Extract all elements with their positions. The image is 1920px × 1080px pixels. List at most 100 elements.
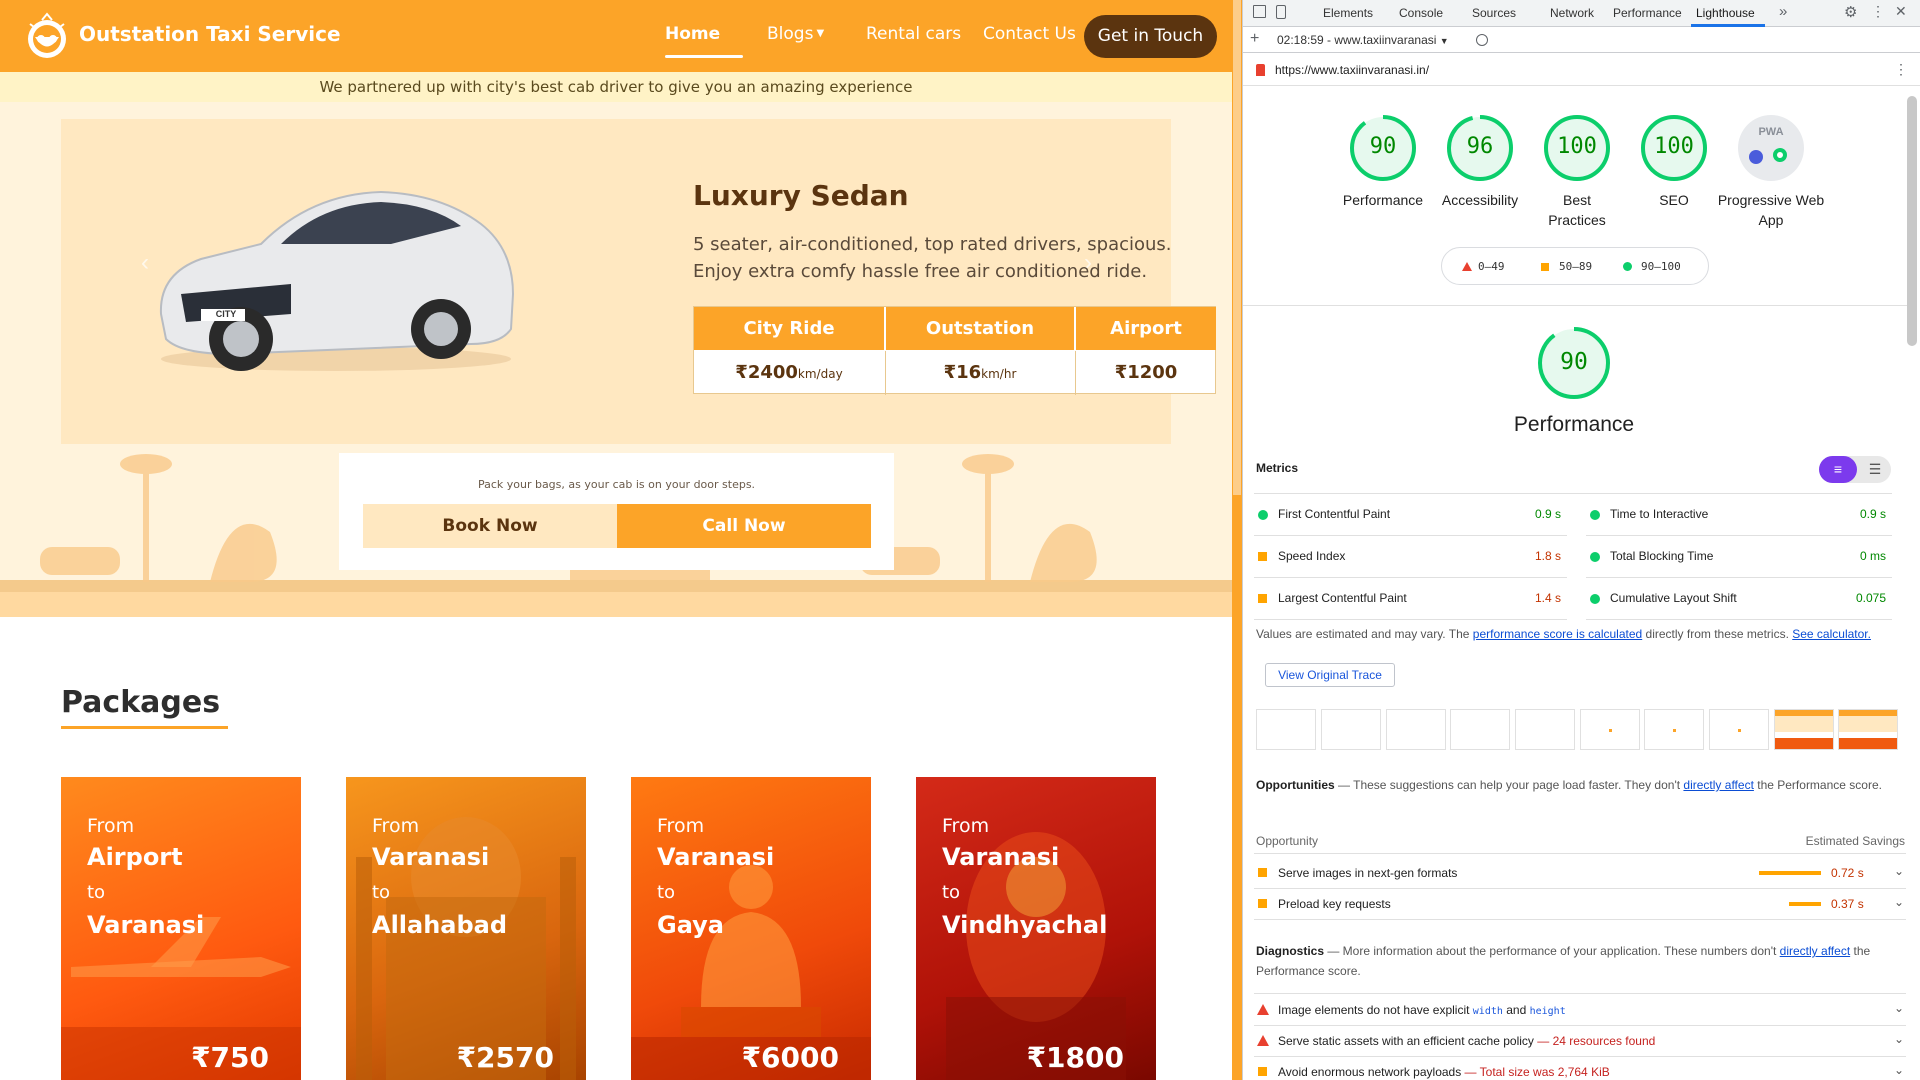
opportunity-row[interactable]: Preload key requests 0.37 s ⌄	[1254, 889, 1906, 920]
metrics-note-mid: directly from these metrics.	[1642, 627, 1793, 641]
navbar: Outstation Taxi Service Home Blogs ▼ Rent…	[0, 0, 1232, 72]
gauge-performance[interactable]: 90	[1348, 113, 1418, 183]
brand-name[interactable]: Outstation Taxi Service	[79, 22, 341, 46]
report-url[interactable]: https://www.taxiinvaranasi.in/	[1275, 63, 1429, 77]
package-from: From	[942, 815, 990, 837]
close-devtools-icon[interactable]: ✕	[1895, 3, 1907, 20]
diagnostic-name: Avoid enormous network payloads — Total …	[1278, 1065, 1610, 1079]
more-options-icon[interactable]: ⋮	[1871, 3, 1885, 20]
tab-lighthouse[interactable]: Lighthouse	[1696, 6, 1755, 20]
nav-blogs-label: Blogs	[767, 24, 814, 44]
metric-row: Speed Index 1.8 s	[1254, 536, 1567, 578]
device-toolbar-icon[interactable]	[1276, 5, 1286, 19]
score-calculated-link[interactable]: performance score is calculated	[1473, 627, 1642, 641]
nav-home[interactable]: Home	[665, 24, 720, 44]
nav-rental-cars[interactable]: Rental cars	[866, 24, 961, 44]
lighthouse-logo-icon	[1256, 64, 1265, 76]
package-to: to	[657, 882, 676, 903]
metric-row: First Contentful Paint 0.9 s	[1254, 494, 1567, 536]
sedan-car-image	[159, 190, 515, 371]
package-origin: Varanasi	[372, 843, 490, 871]
section-divider	[1243, 305, 1907, 306]
opportunities-tail: the Performance score.	[1753, 778, 1882, 792]
filmstrip-frame	[1256, 709, 1316, 750]
performance-gauge-large[interactable]: 90	[1537, 326, 1611, 400]
nav-blogs[interactable]: Blogs ▼	[767, 24, 824, 44]
tab-sources[interactable]: Sources	[1472, 6, 1516, 20]
diag-text: Serve static assets with an efficient ca…	[1278, 1034, 1534, 1048]
taxi-logo-icon[interactable]	[22, 12, 72, 62]
legend-fail: 0–49	[1478, 260, 1505, 273]
nav-contact[interactable]: Contact Us	[983, 24, 1076, 44]
diagnostic-row[interactable]: Avoid enormous network payloads — Total …	[1254, 1057, 1906, 1080]
gauge-pwa[interactable]: PWA	[1736, 113, 1806, 183]
diagnostics-divider	[1254, 993, 1906, 994]
fail-triangle-icon	[1462, 262, 1472, 271]
gauge-seo[interactable]: 100	[1639, 113, 1709, 183]
directly-affect-link[interactable]: directly affect	[1683, 778, 1753, 792]
filmstrip-frame	[1709, 709, 1769, 750]
get-in-touch-button[interactable]: Get in Touch	[1084, 15, 1217, 58]
package-origin: Varanasi	[657, 843, 775, 871]
lighthouse-toolbar: + 02:18:59 - www.taxiinvaranasi ▼	[1243, 27, 1920, 53]
opportunity-row[interactable]: Serve images in next-gen formats 0.72 s ⌄	[1254, 858, 1906, 889]
filmstrip-frame	[1386, 709, 1446, 750]
settings-gear-icon[interactable]: ⚙	[1844, 3, 1857, 21]
diag-text: Image elements do not have explicit	[1278, 1003, 1473, 1017]
report-url-bar: https://www.taxiinvaranasi.in/ ⋮	[1243, 53, 1920, 86]
package-card[interactable]: From Varanasi to Gaya ₹6000	[631, 777, 871, 1080]
opportunity-name: Preload key requests	[1278, 897, 1391, 911]
gauge-best-practices[interactable]: 100	[1542, 113, 1612, 183]
package-card[interactable]: From Varanasi to Vindhyachal ₹1800	[916, 777, 1156, 1080]
opportunity-savings: 0.37 s	[1831, 897, 1864, 911]
toggle-compact-icon[interactable]: ≡	[1819, 456, 1857, 483]
opportunities-intro: Opportunities — These suggestions can he…	[1256, 775, 1896, 795]
chevron-down-icon[interactable]: ⌄	[1894, 864, 1904, 878]
chevron-down-icon[interactable]: ⌄	[1894, 1063, 1904, 1077]
metrics-note-text: Values are estimated and may vary. The	[1256, 627, 1473, 641]
car-card: CITY ‹ › Luxury Sedan 5 seater, air-cond…	[61, 119, 1216, 444]
car-description: 5 seater, air-conditioned, top rated dri…	[693, 234, 1172, 282]
more-tabs-icon[interactable]: »	[1779, 3, 1787, 20]
new-report-icon[interactable]: +	[1250, 30, 1259, 48]
carousel-prev-icon[interactable]: ‹	[141, 249, 149, 277]
frame-page-preview	[1775, 710, 1833, 749]
tab-performance[interactable]: Performance	[1613, 6, 1682, 20]
diagnostics-intro: Diagnostics — More information about the…	[1256, 941, 1896, 981]
chevron-down-icon[interactable]: ⌄	[1894, 1001, 1904, 1015]
call-now-button[interactable]: Call Now	[617, 504, 871, 548]
book-now-button[interactable]: Book Now	[363, 504, 617, 548]
report-select-value: 02:18:59 - www.taxiinvaranasi	[1277, 33, 1437, 47]
toggle-expanded-icon[interactable]: ☰	[1859, 456, 1891, 483]
booking-panel: Pack your bags, as your cab is on your d…	[339, 453, 894, 570]
fare-outstation-unit: km/hr	[981, 367, 1017, 381]
view-trace-button[interactable]: View Original Trace	[1265, 663, 1395, 687]
tab-console[interactable]: Console	[1399, 6, 1443, 20]
see-calculator-link[interactable]: See calculator.	[1792, 627, 1871, 641]
report-menu-icon[interactable]: ⋮	[1894, 61, 1908, 78]
frame-dot	[1673, 729, 1676, 732]
report-select[interactable]: 02:18:59 - www.taxiinvaranasi ▼	[1277, 33, 1449, 47]
page-scrollbar-thumb[interactable]	[1233, 0, 1241, 495]
package-card[interactable]: From Airport to Varanasi ₹750	[61, 777, 301, 1080]
gauge-accessibility-value: 96	[1466, 134, 1494, 159]
clear-report-icon[interactable]	[1476, 34, 1488, 46]
diagnostic-row[interactable]: Serve static assets with an efficient ca…	[1254, 1026, 1906, 1057]
chevron-down-icon[interactable]: ⌄	[1894, 1032, 1904, 1046]
package-card[interactable]: From Varanasi to Allahabad ₹2570	[346, 777, 586, 1080]
report-scrollbar[interactable]	[1907, 96, 1917, 346]
score-legend: 0–49 50–89 90–100	[1441, 247, 1709, 285]
tab-network[interactable]: Network	[1550, 6, 1594, 20]
tab-elements[interactable]: Elements	[1323, 6, 1373, 20]
gauge-accessibility[interactable]: 96	[1445, 113, 1515, 183]
directly-affect-link[interactable]: directly affect	[1780, 944, 1850, 958]
package-destination: Allahabad	[372, 911, 508, 939]
inspect-element-icon[interactable]	[1253, 5, 1266, 18]
chevron-down-icon[interactable]: ⌄	[1894, 895, 1904, 909]
metrics-view-toggle[interactable]: ≡ ☰	[1819, 456, 1891, 483]
label-performance: Performance	[1342, 192, 1424, 208]
pass-circle-icon	[1590, 594, 1600, 604]
pack-note: Pack your bags, as your cab is on your d…	[477, 478, 756, 491]
diagnostic-row[interactable]: Image elements do not have explicit widt…	[1254, 995, 1906, 1026]
metric-value: 1.8 s	[1534, 549, 1561, 563]
